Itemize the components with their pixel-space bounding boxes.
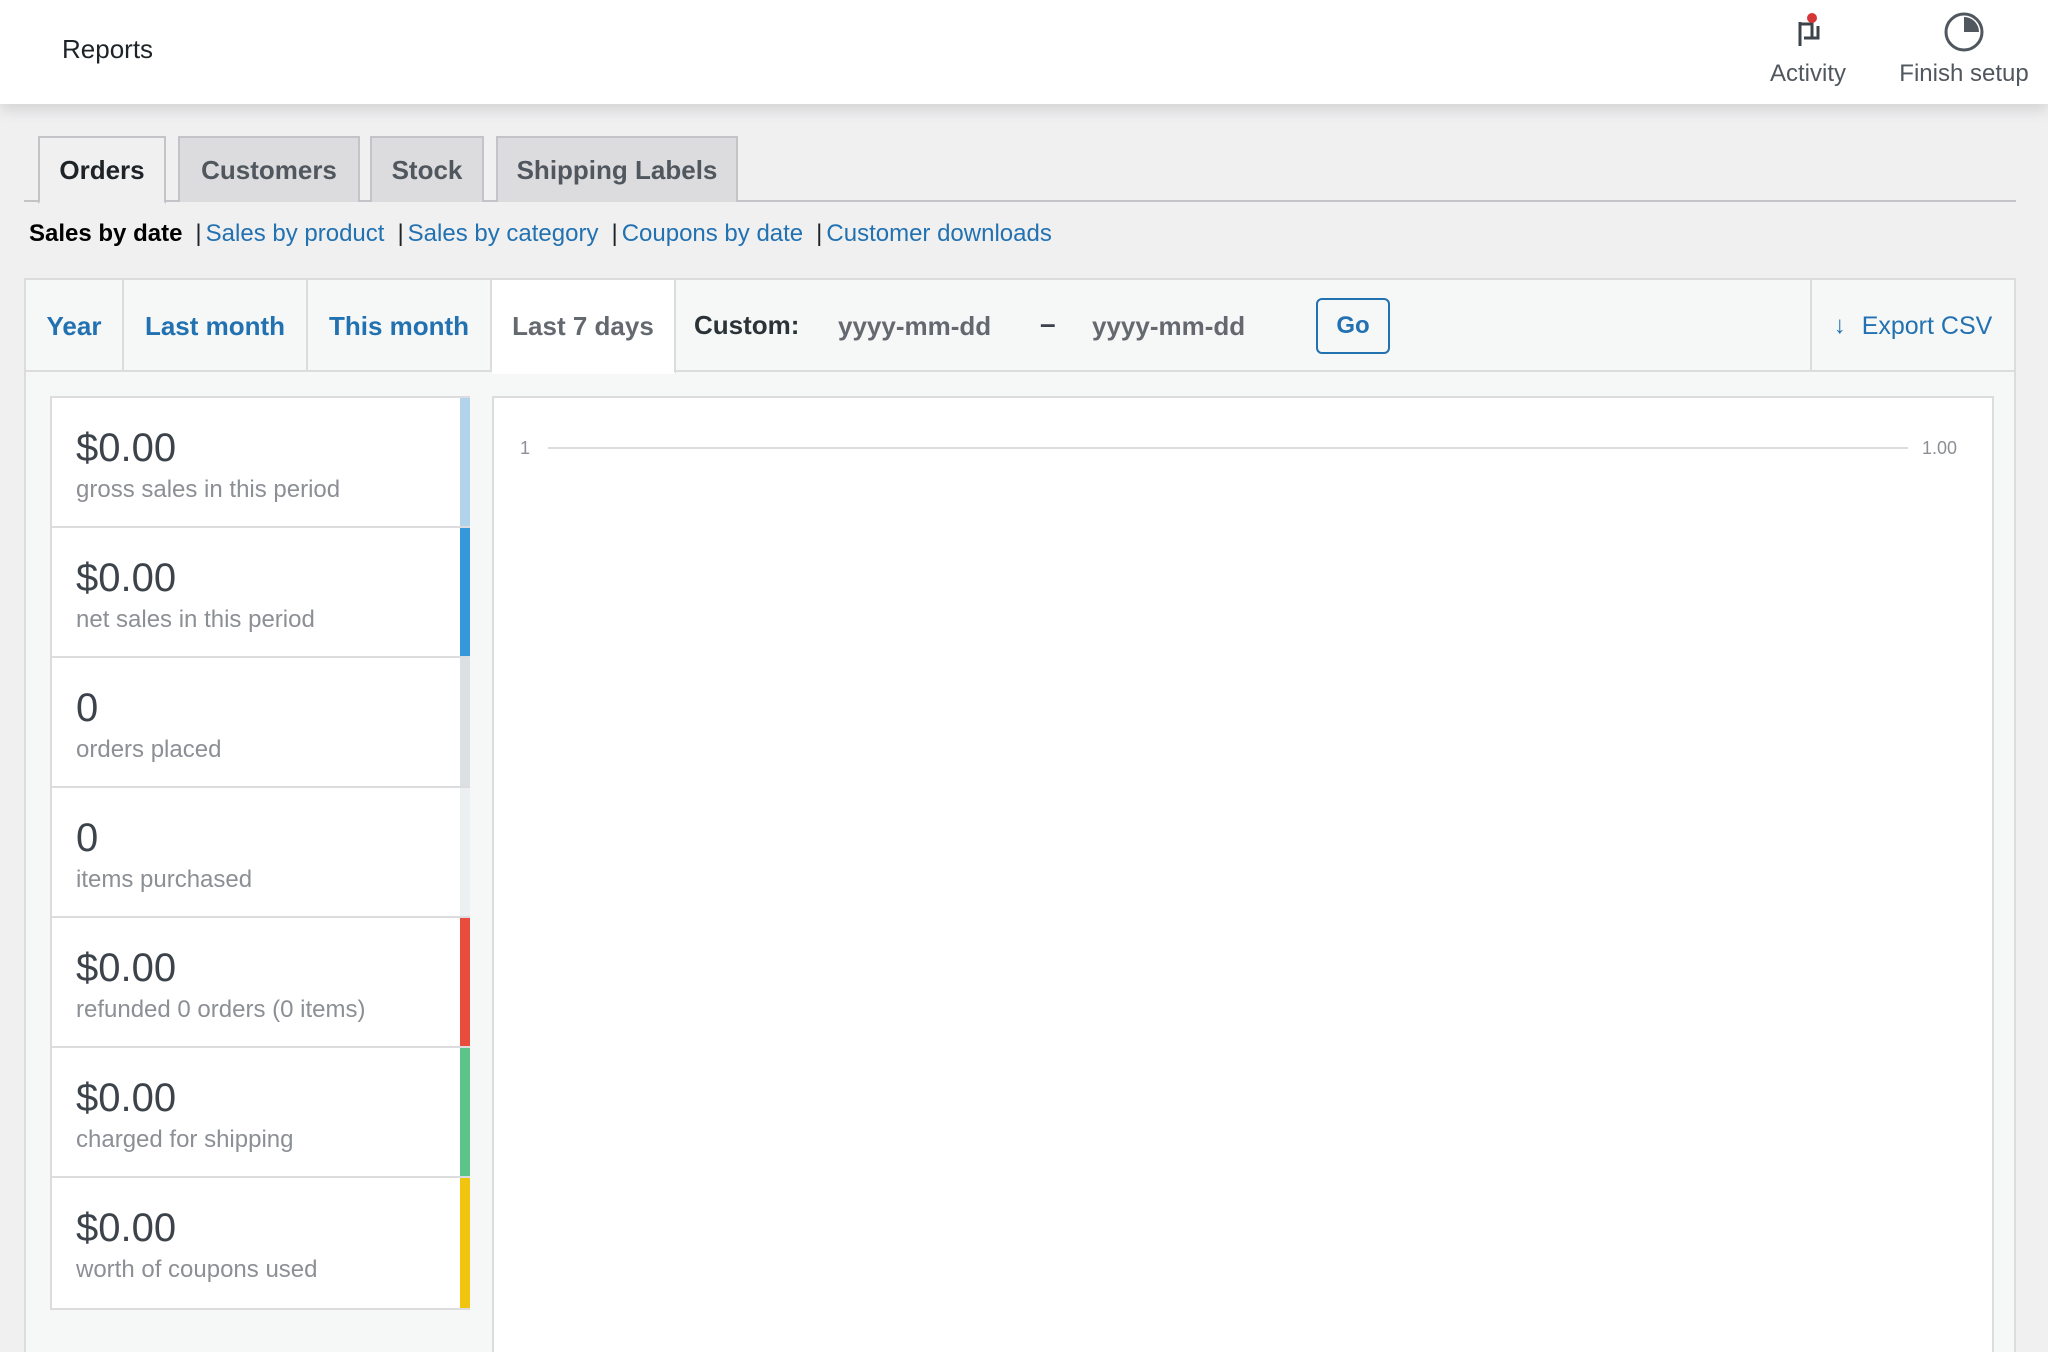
tab-customers[interactable]: Customers xyxy=(178,136,360,202)
download-arrow-icon: ↓ xyxy=(1834,312,1846,340)
legend-item-coupons[interactable]: $0.00 worth of coupons used xyxy=(52,1178,470,1308)
date-range-bar: Year Last month This month Last 7 days C… xyxy=(26,280,2014,372)
legend-amount: 0 xyxy=(76,686,98,731)
progress-pie-icon xyxy=(1942,10,1986,54)
range-this-month[interactable]: This month xyxy=(308,280,492,372)
subnav-separator: | xyxy=(195,220,201,248)
legend-item-items-purchased[interactable]: 0 items purchased xyxy=(52,788,470,918)
left-axis-tick-label: 1 xyxy=(520,438,530,458)
right-axis-tick-label: 1.00 xyxy=(1922,438,1957,458)
legend-item-net-sales[interactable]: $0.00 net sales in this period xyxy=(52,528,470,658)
legend-amount: $0.00 xyxy=(76,1076,176,1121)
legend-label: gross sales in this period xyxy=(76,476,340,504)
tab-shipping-labels[interactable]: Shipping Labels xyxy=(496,136,738,202)
legend-amount: 0 xyxy=(76,816,98,861)
legend-color-bar xyxy=(460,918,470,1046)
legend-item-orders-placed[interactable]: 0 orders placed xyxy=(52,658,470,788)
go-button[interactable]: Go xyxy=(1316,298,1390,354)
legend-amount: $0.00 xyxy=(76,946,176,991)
legend-label: refunded 0 orders (0 items) xyxy=(76,996,365,1024)
subnav-link-sales-by-category[interactable]: Sales by category xyxy=(408,220,599,248)
subnav-separator: | xyxy=(397,220,403,248)
legend-amount: $0.00 xyxy=(76,426,176,471)
top-header: Reports Activity Finish setup xyxy=(0,0,2048,104)
custom-range-label: Custom: xyxy=(694,310,799,341)
finish-setup-button[interactable]: Finish setup xyxy=(1890,10,2038,94)
range-last-7-days[interactable]: Last 7 days xyxy=(492,280,676,374)
end-date-input[interactable] xyxy=(1092,306,1272,346)
subnav-separator: | xyxy=(816,220,822,248)
legend-item-gross-sales[interactable]: $0.00 gross sales in this period xyxy=(52,398,470,528)
tab-stock[interactable]: Stock xyxy=(370,136,484,202)
flag-icon xyxy=(1786,10,1830,54)
tab-orders[interactable]: Orders xyxy=(38,136,166,204)
activity-button[interactable]: Activity xyxy=(1762,10,1854,94)
report-subnav: Sales by date | Sales by product | Sales… xyxy=(29,220,1052,248)
date-range-dash: – xyxy=(1040,308,1056,340)
legend-item-shipping[interactable]: $0.00 charged for shipping xyxy=(52,1048,470,1178)
legend-item-refunded[interactable]: $0.00 refunded 0 orders (0 items) xyxy=(52,918,470,1048)
legend-color-bar xyxy=(460,1048,470,1176)
legend-color-bar xyxy=(460,658,470,786)
finish-setup-label: Finish setup xyxy=(1899,60,2028,88)
legend-color-bar xyxy=(460,1178,470,1308)
chart-legend: $0.00 gross sales in this period $0.00 n… xyxy=(50,396,470,1310)
chart-svg: 1 1.00 xyxy=(494,398,1992,1352)
export-csv-button[interactable]: ↓ Export CSV xyxy=(1810,280,2014,372)
range-last-month[interactable]: Last month xyxy=(124,280,308,372)
legend-label: charged for shipping xyxy=(76,1126,293,1154)
start-date-input[interactable] xyxy=(838,306,1018,346)
range-year[interactable]: Year xyxy=(26,280,124,372)
subnav-separator: | xyxy=(611,220,617,248)
legend-amount: $0.00 xyxy=(76,556,176,601)
legend-color-bar xyxy=(460,528,470,656)
legend-label: net sales in this period xyxy=(76,606,315,634)
subnav-link-coupons-by-date[interactable]: Coupons by date xyxy=(622,220,803,248)
subnav-link-sales-by-product[interactable]: Sales by product xyxy=(206,220,385,248)
page-title: Reports xyxy=(62,34,153,65)
subnav-link-customer-downloads[interactable]: Customer downloads xyxy=(826,220,1051,248)
report-tabs: Orders Customers Stock Shipping Labels xyxy=(24,134,2016,202)
legend-label: worth of coupons used xyxy=(76,1256,318,1284)
legend-label: orders placed xyxy=(76,736,221,764)
legend-color-bar xyxy=(460,788,470,916)
legend-amount: $0.00 xyxy=(76,1206,176,1251)
sales-chart: 1 1.00 xyxy=(492,396,1994,1352)
subnav-current-sales-by-date: Sales by date xyxy=(29,220,182,248)
export-csv-label: Export CSV xyxy=(1862,312,1993,341)
report-panel: Year Last month This month Last 7 days C… xyxy=(24,278,2016,1352)
activity-label: Activity xyxy=(1770,60,1846,88)
legend-label: items purchased xyxy=(76,866,252,894)
legend-color-bar xyxy=(460,398,470,526)
